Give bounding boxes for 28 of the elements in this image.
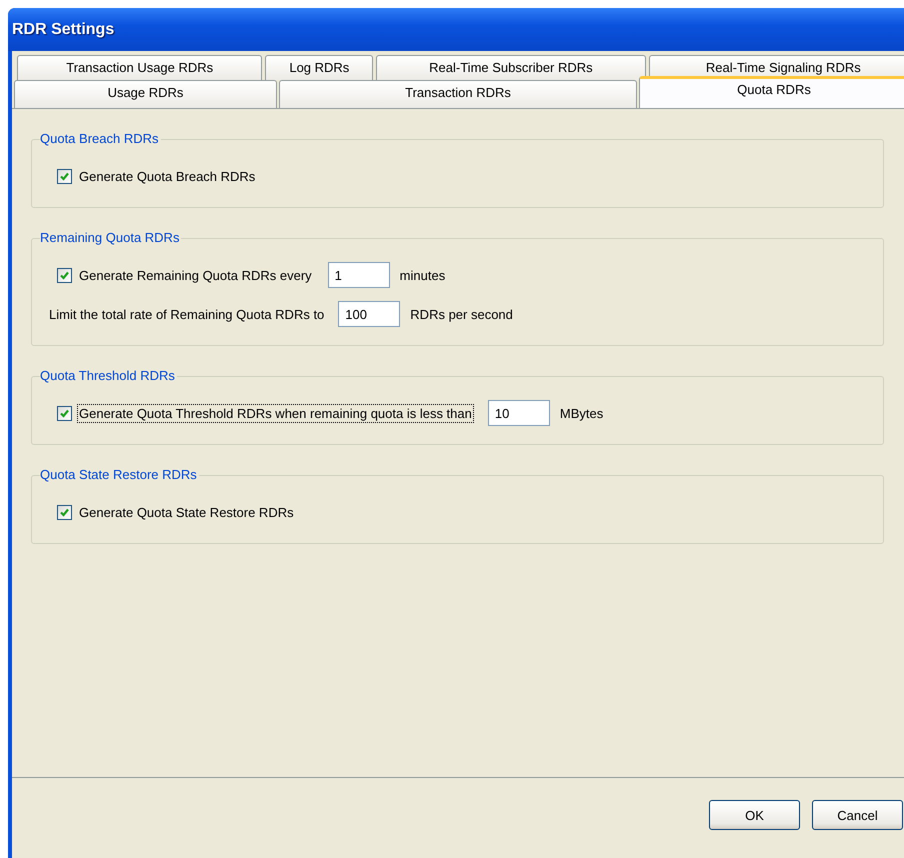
input-field[interactable]: 10 [488, 400, 550, 426]
checkbox-label[interactable]: Generate Quota Breach RDRs [77, 166, 258, 186]
tab[interactable]: Quota RDRs [639, 76, 904, 108]
checkbox[interactable] [57, 168, 72, 184]
checkbox-label[interactable]: Generate Quota Threshold RDRs when remaining quota is less than [77, 404, 474, 422]
checkbox[interactable] [57, 406, 72, 420]
input-field[interactable]: 1 [328, 262, 390, 288]
checkbox-label[interactable]: Generate Quota State Restore RDRs [77, 502, 296, 522]
label: RDRs per second [410, 306, 513, 322]
dialog-button[interactable]: Cancel [812, 800, 903, 830]
label: Limit the total rate of Remaining Quota RDRs to [49, 306, 324, 322]
checkbox[interactable] [57, 504, 72, 520]
tab[interactable]: Log RDRs [265, 55, 374, 80]
tab[interactable]: Transaction Usage RDRs [17, 55, 262, 80]
group-title: Quota Breach RDRs [40, 131, 160, 146]
group-title: Remaining Quota RDRs [40, 230, 182, 245]
label: MBytes [560, 406, 604, 420]
tab[interactable]: Transaction RDRs [279, 80, 637, 108]
tab[interactable]: Real-Time Subscriber RDRs [376, 55, 646, 80]
group-title: Quota State Restore RDRs [40, 467, 199, 482]
dialog-button[interactable]: OK [709, 800, 800, 830]
group-title: Quota Threshold RDRs [40, 368, 177, 383]
input-field[interactable]: 100 [338, 301, 400, 327]
label: minutes [400, 268, 446, 282]
checkbox[interactable] [57, 268, 72, 282]
tab[interactable]: Usage RDRs [14, 80, 277, 108]
window-title: RDR Settings [12, 20, 114, 38]
checkbox-label[interactable]: Generate Remaining Quota RDRs every [77, 266, 314, 284]
